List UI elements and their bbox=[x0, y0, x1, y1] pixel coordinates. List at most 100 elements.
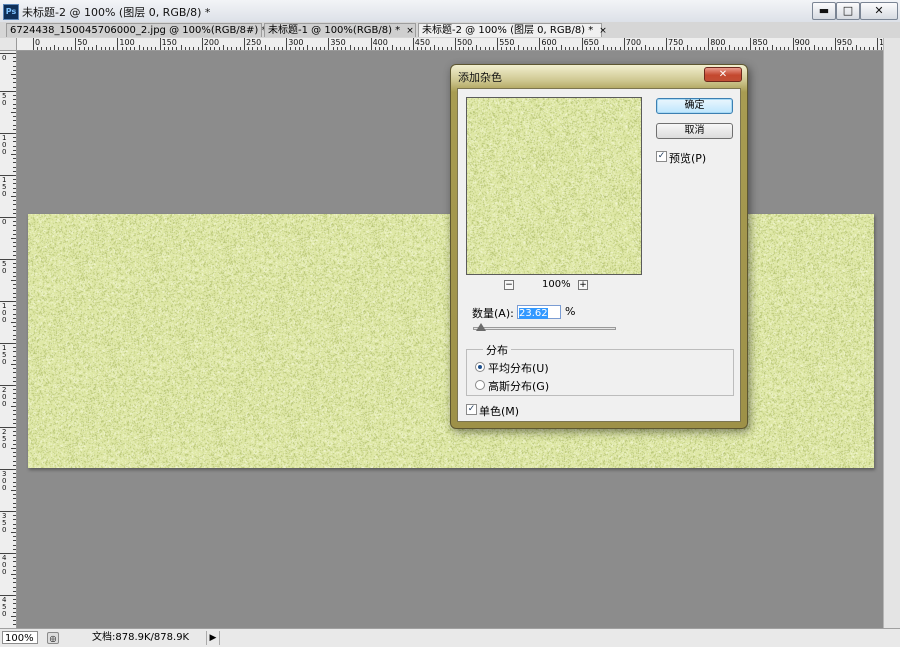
ruler-minor-tick bbox=[758, 47, 760, 50]
ruler-minor-tick bbox=[13, 477, 16, 479]
ruler-major-tick bbox=[497, 38, 499, 50]
ruler-minor-tick bbox=[13, 347, 16, 349]
status-menu-arrow-icon[interactable]: ▶ bbox=[206, 631, 220, 645]
ruler-minor-tick bbox=[678, 47, 680, 50]
zoom-in-button[interactable]: + bbox=[578, 280, 588, 290]
ruler-minor-tick bbox=[13, 191, 16, 193]
ruler-label: 600 bbox=[541, 38, 557, 47]
ruler-minor-tick bbox=[256, 47, 258, 50]
ruler-minor-tick bbox=[13, 200, 16, 202]
ruler-minor-tick bbox=[13, 368, 16, 370]
tab-close-icon[interactable]: × bbox=[406, 26, 414, 36]
ruler-minor-tick bbox=[682, 47, 684, 50]
cancel-button[interactable]: 取消 bbox=[656, 123, 733, 139]
tab-label: 6724438_150045706000_2.jpg @ 100%(RGB/8#… bbox=[10, 25, 267, 36]
filter-preview[interactable] bbox=[466, 97, 642, 275]
ruler-minor-tick bbox=[13, 309, 16, 311]
ruler-minor-tick bbox=[13, 86, 16, 88]
ruler-minor-tick bbox=[459, 47, 461, 50]
window-title: 未标题-2 @ 100% (图层 0, RGB/8) * bbox=[22, 6, 211, 19]
ruler-minor-tick bbox=[11, 406, 16, 407]
monochromatic-label[interactable]: 单色(M) bbox=[479, 403, 519, 419]
ruler-minor-tick bbox=[13, 557, 16, 559]
ruler-minor-tick bbox=[670, 47, 672, 50]
ruler-minor-tick bbox=[404, 47, 406, 50]
ok-button[interactable]: 确定 bbox=[656, 98, 733, 114]
ruler-minor-tick bbox=[277, 47, 279, 50]
ruler-minor-tick bbox=[754, 47, 756, 50]
minimize-button[interactable]: ▬ bbox=[812, 2, 836, 20]
ruler-label: 700 bbox=[625, 38, 642, 47]
ruler-minor-tick bbox=[13, 435, 16, 437]
status-bar: 100% ◎ 文档:878.9K/878.9K ▶ bbox=[0, 628, 900, 647]
ruler-minor-tick bbox=[13, 582, 16, 584]
ruler-minor-tick bbox=[13, 351, 16, 353]
ruler-label: 450 bbox=[414, 38, 431, 47]
ruler-minor-tick bbox=[568, 47, 570, 50]
ruler-label: 300 bbox=[288, 38, 304, 47]
zoom-level-field[interactable]: 100% bbox=[2, 631, 38, 644]
dialog-title: 添加杂色 bbox=[458, 71, 502, 84]
amount-input[interactable]: 23.62 bbox=[517, 305, 561, 319]
ruler-minor-tick bbox=[13, 439, 16, 441]
ruler-minor-tick bbox=[826, 47, 828, 50]
ruler-minor-tick bbox=[100, 47, 102, 50]
tab-untitled-2[interactable]: 未标题-2 @ 100% (图层 0, RGB/8) * × bbox=[418, 23, 607, 37]
vertical-ruler[interactable]: 050100150050100150200250300350400450500 bbox=[0, 51, 17, 628]
ruler-minor-tick bbox=[13, 233, 16, 235]
ruler-minor-tick bbox=[13, 393, 16, 395]
ruler-label: 400 bbox=[372, 38, 388, 47]
ruler-minor-tick bbox=[227, 47, 229, 50]
preview-checkbox-label[interactable]: 预览(P) bbox=[669, 150, 706, 166]
horizontal-ruler[interactable]: 0 50 100 150 200 250 300 350 400 450 500 550 600 650 7… bbox=[17, 38, 887, 51]
ruler-minor-tick bbox=[248, 47, 250, 50]
ruler-minor-tick bbox=[189, 47, 191, 50]
ruler-label: 350 bbox=[330, 38, 346, 47]
gaussian-radio[interactable] bbox=[475, 380, 485, 390]
close-window-button[interactable]: ✕ bbox=[860, 2, 898, 20]
ruler-minor-tick bbox=[598, 47, 600, 50]
preview-checkbox[interactable]: ✓ bbox=[656, 151, 667, 162]
uniform-label[interactable]: 平均分布(U) bbox=[488, 360, 549, 376]
ruler-label: 100 bbox=[2, 134, 7, 156]
ruler-minor-tick bbox=[11, 280, 16, 281]
ruler-minor-tick bbox=[387, 47, 389, 50]
ruler-major-tick bbox=[33, 38, 34, 50]
monochromatic-checkbox[interactable]: ✓ bbox=[466, 404, 477, 415]
amount-slider-track[interactable] bbox=[473, 327, 616, 330]
ruler-label: 50 bbox=[77, 38, 88, 47]
ruler-minor-tick bbox=[294, 47, 296, 50]
gaussian-label[interactable]: 高斯分布(G) bbox=[488, 378, 549, 394]
ruler-minor-tick bbox=[674, 47, 676, 50]
ruler-minor-tick bbox=[784, 47, 786, 50]
zoom-out-button[interactable]: − bbox=[504, 280, 514, 290]
ruler-minor-tick bbox=[13, 267, 16, 269]
ruler-origin[interactable] bbox=[0, 38, 17, 51]
ruler-minor-tick bbox=[13, 456, 16, 458]
status-info-icon[interactable]: ◎ bbox=[47, 632, 59, 644]
ruler-minor-tick bbox=[222, 45, 224, 50]
ruler-minor-tick bbox=[13, 355, 16, 357]
ruler-minor-tick bbox=[408, 47, 410, 50]
ruler-label: 0 bbox=[35, 38, 41, 47]
ruler-minor-tick bbox=[13, 82, 16, 84]
tab-untitled-1[interactable]: 未标题-1 @ 100%(RGB/8) * × bbox=[264, 23, 416, 37]
tab-document-jpg[interactable]: 6724438_150045706000_2.jpg @ 100%(RGB/8#… bbox=[6, 23, 280, 37]
uniform-radio[interactable] bbox=[475, 362, 485, 372]
vertical-scrollbar[interactable] bbox=[883, 38, 900, 628]
maximize-button[interactable]: □ bbox=[836, 2, 860, 20]
ruler-minor-tick bbox=[172, 47, 174, 50]
ruler-minor-tick bbox=[104, 47, 106, 50]
ruler-label: 950 bbox=[836, 38, 853, 47]
ruler-minor-tick bbox=[252, 47, 254, 50]
ruler-minor-tick bbox=[13, 99, 16, 101]
ruler-minor-tick bbox=[184, 47, 186, 50]
dialog-close-button[interactable]: ✕ bbox=[704, 67, 742, 82]
ruler-minor-tick bbox=[695, 47, 697, 50]
ruler-minor-tick bbox=[311, 47, 313, 50]
ruler-minor-tick bbox=[197, 47, 199, 50]
ruler-major-tick bbox=[328, 38, 330, 50]
tab-close-icon[interactable]: × bbox=[599, 26, 607, 36]
ruler-minor-tick bbox=[11, 74, 16, 75]
amount-slider-thumb[interactable] bbox=[476, 323, 487, 331]
